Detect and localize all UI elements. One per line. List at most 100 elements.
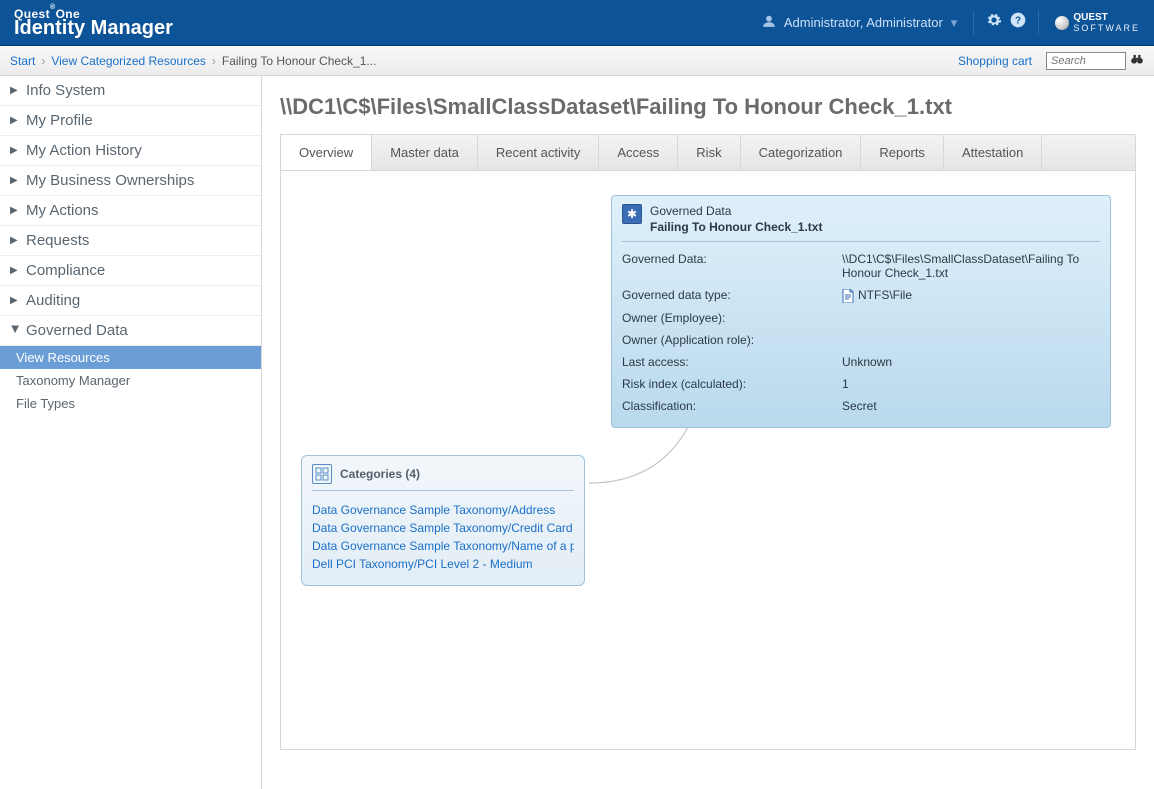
info-value-text: NTFS\File [858, 288, 912, 302]
categories-card: Categories (4) Data Governance Sample Ta… [301, 455, 585, 586]
user-name-label: Administrator, Administrator [784, 15, 943, 30]
sidebar-item-business-ownerships[interactable]: ▶ My Business Ownerships [0, 166, 261, 196]
sidebar-item-my-profile[interactable]: ▶My Profile [0, 106, 261, 136]
product-logo: Quest®One Identity Manager [14, 8, 173, 38]
info-label: Governed Data: [622, 252, 842, 280]
tab-label: Access [617, 145, 659, 160]
tab-bar: Overview Master data Recent activity Acc… [281, 135, 1135, 171]
info-row: Risk index (calculated): 1 [622, 373, 1100, 395]
tab-label: Attestation [962, 145, 1023, 160]
info-value: \\DC1\C$\Files\SmallClassDataset\Failing… [842, 252, 1100, 280]
sidebar-label: Governed Data [26, 322, 128, 339]
tab-risk[interactable]: Risk [678, 135, 740, 170]
sidebar-sub-view-resources[interactable]: View Resources [0, 346, 261, 369]
info-value [842, 311, 1100, 325]
gear-icon[interactable] [982, 8, 1006, 37]
sidebar-sub-taxonomy-manager[interactable]: Taxonomy Manager [0, 369, 261, 392]
sidebar-item-my-actions[interactable]: ▶ My Actions [0, 196, 261, 226]
caret-icon: ▶ [10, 265, 20, 276]
category-item[interactable]: Dell PCI Taxonomy/PCI Level 2 - Medium [312, 555, 574, 573]
tab-access[interactable]: Access [599, 135, 678, 170]
svg-text:?: ? [1015, 15, 1021, 26]
breadcrumb-bar: Start › View Categorized Resources › Fai… [0, 46, 1154, 76]
breadcrumb-separator: › [212, 54, 216, 68]
breadcrumb-current: Failing To Honour Check_1... [222, 54, 377, 68]
binoculars-icon[interactable] [1130, 52, 1144, 69]
caret-icon: ▶ [10, 145, 20, 156]
sidebar-label: Compliance [26, 262, 105, 279]
info-row: Classification: Secret [622, 395, 1100, 417]
caret-icon: ▶ [10, 235, 20, 246]
content-panel: Overview Master data Recent activity Acc… [280, 134, 1136, 750]
tab-overview[interactable]: Overview [281, 135, 372, 170]
info-label: Classification: [622, 399, 842, 413]
tab-master-data[interactable]: Master data [372, 135, 478, 170]
sidebar-item-auditing[interactable]: ▶Auditing [0, 286, 261, 316]
sidebar-label: Info System [26, 82, 105, 99]
caret-icon: ▶ [10, 175, 20, 186]
category-item[interactable]: Data Governance Sample Taxonomy/Credit C… [312, 519, 574, 537]
caret-down-icon: ▶ [10, 326, 21, 336]
sidebar-sub-label: View Resources [16, 350, 110, 365]
tab-label: Risk [696, 145, 721, 160]
sidebar-item-requests[interactable]: ▶ Requests [0, 226, 261, 256]
info-value: Secret [842, 399, 1100, 413]
info-label: Owner (Employee): [622, 311, 842, 325]
chevron-down-icon: ▾ [951, 15, 958, 31]
connector-line [581, 421, 721, 491]
caret-icon: ▶ [10, 115, 20, 126]
file-icon [842, 289, 854, 303]
breadcrumb-level1[interactable]: View Categorized Resources [51, 54, 206, 68]
info-label: Governed data type: [622, 288, 842, 303]
sidebar-label: Requests [26, 232, 89, 249]
info-value: NTFS\File [842, 288, 1100, 303]
caret-icon: ▶ [10, 85, 20, 96]
caret-icon: ▶ [10, 205, 20, 216]
sidebar-label: My Business Ownerships [26, 172, 194, 189]
sidebar-item-action-history[interactable]: ▶My Action History [0, 136, 261, 166]
info-label: Risk index (calculated): [622, 377, 842, 391]
category-item[interactable]: Data Governance Sample Taxonomy/Address [312, 501, 574, 519]
tab-categorization[interactable]: Categorization [741, 135, 862, 170]
sidebar-sub-file-types[interactable]: File Types [0, 392, 261, 415]
divider [973, 11, 974, 35]
info-value [842, 333, 1100, 347]
info-value: Unknown [842, 355, 1100, 369]
categories-title: Categories (4) [340, 467, 420, 481]
governed-data-icon: ✱ [622, 204, 642, 224]
info-row: Governed Data: \\DC1\C$\Files\SmallClass… [622, 248, 1100, 284]
search-input[interactable] [1046, 52, 1126, 70]
search-wrap [1046, 52, 1144, 70]
info-row: Governed data type: NTFS\File [622, 284, 1100, 307]
app-header: Quest®One Identity Manager Administrator… [0, 0, 1154, 46]
card-subtitle: Governed Data [650, 204, 822, 220]
tab-attestation[interactable]: Attestation [944, 135, 1042, 170]
sidebar-item-info-system[interactable]: ▶ Info System [0, 76, 261, 106]
shopping-cart-link[interactable]: Shopping cart [958, 54, 1032, 68]
orb-icon [1055, 16, 1069, 30]
breadcrumb-start[interactable]: Start [10, 54, 35, 68]
logo-identity: Identity [14, 17, 85, 39]
vendor-top: QUEST [1073, 13, 1140, 23]
sidebar: ▶ Info System ▶My Profile ▶My Action Hist… [0, 76, 262, 789]
governed-data-card: ✱ Governed Data Failing To Honour Check_… [611, 195, 1111, 428]
user-icon [762, 14, 776, 31]
sidebar-label: Auditing [26, 292, 80, 309]
page-title: \\DC1\C$\Files\SmallClassDataset\Failing… [280, 94, 1136, 120]
breadcrumb-separator: › [41, 54, 45, 68]
user-menu[interactable]: Administrator, Administrator ▾ [762, 14, 957, 31]
divider [1038, 11, 1039, 35]
vendor-logo: QUEST SOFTWARE [1055, 13, 1140, 33]
info-value: 1 [842, 377, 1100, 391]
sidebar-label: My Actions [26, 202, 99, 219]
sidebar-item-governed-data[interactable]: ▶ Governed Data [0, 316, 261, 346]
tab-reports[interactable]: Reports [861, 135, 944, 170]
info-label: Last access: [622, 355, 842, 369]
tab-recent-activity[interactable]: Recent activity [478, 135, 600, 170]
info-row: Last access: Unknown [622, 351, 1100, 373]
tab-label: Overview [299, 145, 353, 160]
category-item[interactable]: Data Governance Sample Taxonomy/Name of … [312, 537, 574, 555]
help-icon[interactable]: ? [1006, 8, 1030, 37]
sidebar-item-compliance[interactable]: ▶ Compliance [0, 256, 261, 286]
sidebar-sub-label: Taxonomy Manager [16, 373, 130, 388]
